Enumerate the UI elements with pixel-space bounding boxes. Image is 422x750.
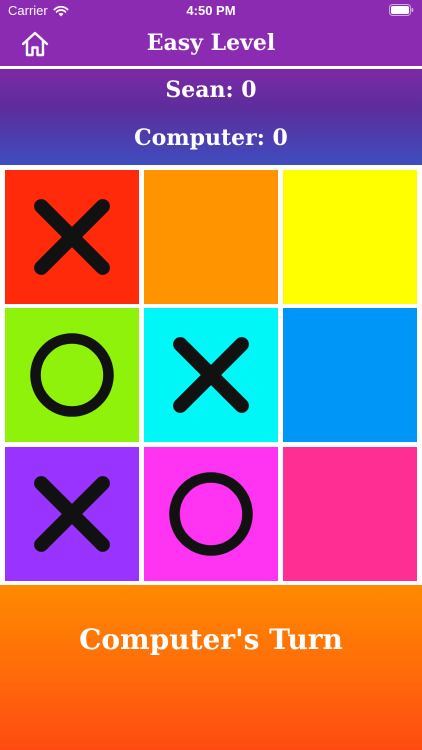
- header: Easy Level: [0, 22, 422, 66]
- x-mark: [173, 337, 249, 413]
- board-cell-3-1[interactable]: [5, 447, 139, 581]
- x-mark: [34, 476, 110, 552]
- o-mark: [169, 472, 253, 556]
- board-cell-3-2[interactable]: [144, 447, 278, 581]
- home-icon: [21, 31, 49, 57]
- score-panel: Sean: 0 Computer: 0: [0, 69, 422, 165]
- board-cell-2-1[interactable]: [5, 308, 139, 442]
- page-title: Easy Level: [146, 30, 276, 56]
- computer-score: Computer: 0: [134, 125, 288, 151]
- board-cell-1-2[interactable]: [144, 170, 278, 304]
- board-cell-1-1[interactable]: [5, 170, 139, 304]
- turn-status: Computer's Turn: [79, 623, 343, 656]
- battery-icon: [389, 4, 414, 16]
- board-cell-3-3[interactable]: [283, 447, 417, 581]
- player-score: Sean: 0: [165, 77, 257, 103]
- turn-banner: Computer's Turn: [0, 585, 422, 750]
- status-bar: Carrier 4:50 PM: [0, 0, 422, 22]
- home-button[interactable]: [18, 28, 52, 60]
- board-cell-2-2[interactable]: [144, 308, 278, 442]
- board-cell-2-3[interactable]: [283, 308, 417, 442]
- game-board: [0, 165, 422, 585]
- board-cell-1-3[interactable]: [283, 170, 417, 304]
- x-mark: [34, 199, 110, 275]
- o-mark: [30, 333, 114, 417]
- status-right: [389, 4, 414, 19]
- status-time: 4:50 PM: [186, 3, 236, 18]
